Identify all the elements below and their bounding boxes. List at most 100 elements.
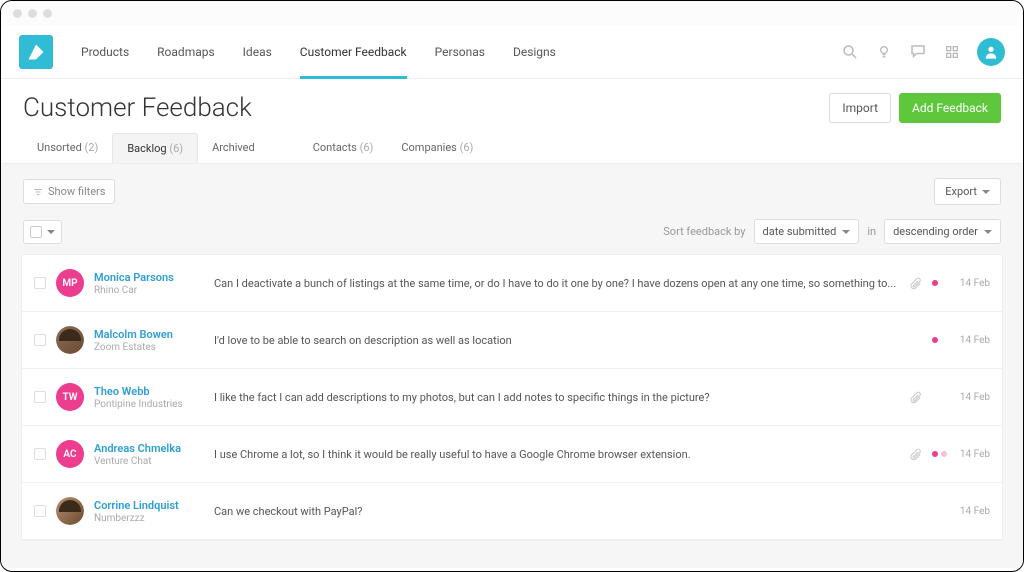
- feedback-row[interactable]: Malcolm BowenZoom Estates I'd love to be …: [22, 312, 1002, 369]
- sub-tab-unsorted[interactable]: Unsorted (2): [23, 133, 112, 163]
- contact-company: Zoom Estates: [94, 342, 204, 353]
- search-icon[interactable]: [841, 43, 859, 61]
- export-label: Export: [945, 185, 977, 198]
- user-avatar-icon[interactable]: [977, 38, 1005, 66]
- contact-info: Andreas ChmelkaVenture Chat: [94, 442, 204, 467]
- contact-avatar: MP: [56, 269, 84, 297]
- contact-name-link[interactable]: Andreas Chmelka: [94, 442, 204, 455]
- nav-tabs: Products Roadmaps Ideas Customer Feedback Pe…: [81, 25, 556, 78]
- feedback-message: I'd love to be able to search on descrip…: [214, 334, 898, 347]
- row-meta: 14 Feb: [908, 447, 990, 461]
- feedback-row[interactable]: AC Andreas ChmelkaVenture Chat I use Chrom…: [22, 426, 1002, 483]
- caret-down-icon: [982, 190, 990, 194]
- import-button[interactable]: Import: [829, 93, 891, 123]
- grid-icon[interactable]: [943, 43, 961, 61]
- sub-tab-contacts[interactable]: Contacts (6): [299, 133, 388, 163]
- contact-avatar: [56, 497, 84, 525]
- feedback-row[interactable]: TW Theo WebbPontipine Industries I like th…: [22, 369, 1002, 426]
- sort-direction-select[interactable]: descending order: [884, 219, 1001, 244]
- feedback-message: I like the fact I can add descriptions t…: [214, 391, 898, 404]
- row-date: 14 Feb: [958, 392, 990, 403]
- attachment-icon: [908, 390, 922, 404]
- nav-tab-designs[interactable]: Designs: [513, 25, 556, 78]
- feedback-message: I use Chrome a lot, so I think it would …: [214, 448, 898, 461]
- contact-name-link[interactable]: Corrine Lindquist: [94, 499, 204, 512]
- status-dot: [932, 337, 938, 343]
- row-checkbox[interactable]: [34, 505, 46, 517]
- nav-tab-roadmaps[interactable]: Roadmaps: [157, 25, 215, 78]
- select-all-checkbox[interactable]: [30, 226, 42, 238]
- row-date: 14 Feb: [958, 506, 990, 517]
- nav-tab-products[interactable]: Products: [81, 25, 129, 78]
- status-dots: [932, 280, 948, 286]
- logo-icon[interactable]: [19, 35, 53, 69]
- top-nav: Products Roadmaps Ideas Customer Feedback Pe…: [1, 25, 1023, 79]
- sort-controls: Sort feedback by date submitted in desce…: [663, 219, 1001, 244]
- contact-avatar: [56, 326, 84, 354]
- browser-frame: Products Roadmaps Ideas Customer Feedback Pe…: [0, 0, 1024, 572]
- content-area: Show filters Export Sort feedback by dat…: [1, 164, 1023, 568]
- sort-field-value: date submitted: [763, 225, 837, 238]
- show-filters-label: Show filters: [48, 185, 105, 198]
- page-header: Customer Feedback Import Add Feedback: [1, 79, 1023, 133]
- row-date: 14 Feb: [958, 278, 990, 289]
- contact-company: Rhino Car: [94, 285, 204, 296]
- row-checkbox[interactable]: [34, 391, 46, 403]
- row-date: 14 Feb: [958, 335, 990, 346]
- sub-tabs: Unsorted (2)Backlog (6)Archived Contacts …: [1, 133, 1023, 164]
- select-all-dropdown[interactable]: [23, 220, 62, 244]
- row-date: 14 Feb: [958, 449, 990, 460]
- sort-middle-label: in: [867, 225, 876, 238]
- select-row: Sort feedback by date submitted in desce…: [9, 215, 1015, 250]
- contact-avatar: AC: [56, 440, 84, 468]
- nav-tab-ideas[interactable]: Ideas: [243, 25, 272, 78]
- status-dot: [932, 280, 938, 286]
- contact-name-link[interactable]: Theo Webb: [94, 385, 204, 398]
- row-meta: 14 Feb: [908, 390, 990, 404]
- status-dot: [941, 451, 947, 457]
- attachment-icon: [908, 333, 922, 347]
- row-meta: 14 Feb: [908, 504, 990, 518]
- browser-chrome-bar: [1, 1, 1023, 25]
- traffic-light-dot: [43, 9, 52, 18]
- nav-utility-icons: [841, 38, 1005, 66]
- show-filters-button[interactable]: Show filters: [23, 179, 115, 204]
- contact-company: Venture Chat: [94, 456, 204, 467]
- status-dot: [932, 451, 938, 457]
- row-checkbox[interactable]: [34, 334, 46, 346]
- row-meta: 14 Feb: [908, 276, 990, 290]
- export-button[interactable]: Export: [934, 178, 1001, 205]
- lightbulb-icon[interactable]: [875, 43, 893, 61]
- row-meta: 14 Feb: [908, 333, 990, 347]
- caret-down-icon: [842, 230, 850, 234]
- nav-tab-personas[interactable]: Personas: [435, 25, 485, 78]
- row-checkbox[interactable]: [34, 448, 46, 460]
- filter-icon: [33, 187, 43, 197]
- feedback-message: Can I deactivate a bunch of listings at …: [214, 277, 898, 290]
- contact-name-link[interactable]: Malcolm Bowen: [94, 328, 204, 341]
- contact-company: Pontipine Industries: [94, 399, 204, 410]
- sub-tab-backlog[interactable]: Backlog (6): [112, 133, 198, 163]
- add-feedback-button[interactable]: Add Feedback: [899, 93, 1001, 123]
- contact-info: Monica ParsonsRhino Car: [94, 271, 204, 296]
- caret-down-icon: [984, 230, 992, 234]
- contact-info: Corrine LindquistNumberzzz: [94, 499, 204, 524]
- comment-icon[interactable]: [909, 43, 927, 61]
- traffic-light-dot: [28, 9, 37, 18]
- nav-tab-customer-feedback[interactable]: Customer Feedback: [300, 25, 407, 78]
- contact-name-link[interactable]: Monica Parsons: [94, 271, 204, 284]
- sub-tab-archived[interactable]: Archived: [198, 133, 269, 163]
- feedback-row[interactable]: Corrine LindquistNumberzzz Can we checkou…: [22, 483, 1002, 540]
- contact-info: Theo WebbPontipine Industries: [94, 385, 204, 410]
- sub-tab-companies[interactable]: Companies (6): [387, 133, 487, 163]
- attachment-icon: [908, 447, 922, 461]
- content-toolbar: Show filters Export: [9, 178, 1015, 215]
- row-checkbox[interactable]: [34, 277, 46, 289]
- sort-direction-value: descending order: [893, 225, 978, 238]
- caret-down-icon: [47, 230, 55, 234]
- feedback-row[interactable]: MP Monica ParsonsRhino Car Can I deactivat…: [22, 255, 1002, 312]
- feedback-message: Can we checkout with PayPal?: [214, 505, 898, 518]
- sort-field-select[interactable]: date submitted: [754, 219, 860, 244]
- contact-avatar: TW: [56, 383, 84, 411]
- status-dots: [932, 451, 948, 457]
